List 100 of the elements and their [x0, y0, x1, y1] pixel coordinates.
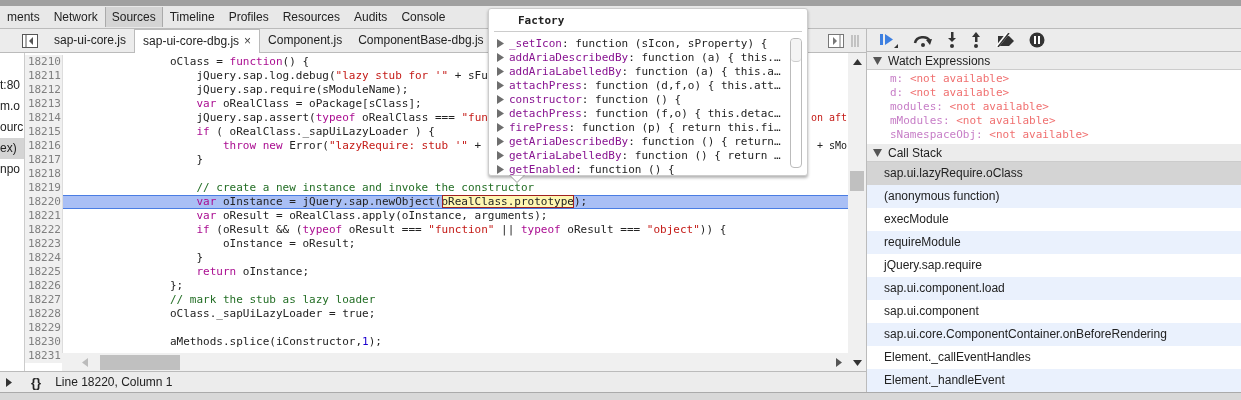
drag-handle-icon[interactable]: [850, 33, 860, 48]
resume-icon[interactable]: [879, 32, 899, 49]
watch-expression: m: <not available>: [890, 72, 1011, 87]
file-tab[interactable]: Component.js: [260, 29, 351, 52]
line-number: 18231: [25, 349, 63, 363]
line-number: 18213: [25, 97, 63, 111]
watch-expression: modules: <not available>: [890, 100, 1050, 115]
call-stack-frame[interactable]: sap.ui.core.ComponentContainer.onBeforeRendering: [867, 323, 1241, 346]
code-line: jQuery.sap.require(sModuleName);: [195, 83, 409, 97]
expand-icon[interactable]: [6, 377, 12, 387]
panel-tab[interactable]: Network: [46, 7, 105, 27]
line-number: 18210: [25, 55, 63, 69]
navigator-item[interactable]: ex): [0, 138, 24, 159]
navigator-item[interactable]: m.o: [0, 96, 24, 117]
object-property[interactable]: firePress: function (p) { return this.fi…: [509, 120, 781, 134]
navigator-item[interactable]: npo: [0, 159, 24, 180]
code-line: jQuery.sap.log.debug("lazy stub for '" + sFu: [195, 69, 488, 83]
line-number: 18226: [25, 279, 63, 293]
disclosure-triangle-icon[interactable]: [873, 148, 882, 157]
line-number: 18211: [25, 69, 63, 83]
object-property[interactable]: getAriaLabelledBy: function () { return …: [509, 148, 781, 162]
watch-expression: sNamespaceObj: <not available>: [890, 128, 1090, 143]
line-number: 18222: [25, 223, 63, 237]
navigator-toggle-icon[interactable]: [22, 33, 38, 48]
code-line: if (oResult && (typeof oResult === "function" || typeof oResult === "object")) {: [195, 223, 727, 237]
code-line: jQuery.sap.assert(typeof oRealClass === "fun: [195, 111, 488, 125]
code-line: }: [195, 153, 204, 167]
file-tab[interactable]: ComponentBase-dbg.js: [350, 29, 492, 52]
watch-expression: d: <not available>: [890, 86, 1011, 101]
call-stack-frame[interactable]: (anonymous function): [867, 185, 1241, 208]
object-property[interactable]: addAriaLabelledBy: function (a) { this.a…: [509, 64, 781, 78]
scroll-right-icon[interactable]: [836, 357, 842, 367]
line-number: 18230: [25, 335, 63, 349]
object-property[interactable]: detachPress: function (f,o) { this.detac…: [509, 106, 781, 120]
code-line: // create a new instance and invoke the constructor: [195, 181, 535, 195]
scrollbar-thumb[interactable]: [850, 171, 864, 191]
code-line: // mark the stub as lazy loader: [168, 293, 376, 307]
deactivate-breakpoints-icon[interactable]: [995, 33, 1015, 48]
line-number: 18212: [25, 83, 63, 97]
scrollbar-thumb[interactable]: [100, 354, 180, 370]
pause-icon[interactable]: [1029, 32, 1045, 49]
code-line: var oResult = oRealClass.apply(oInstance, arguments);: [195, 209, 548, 223]
object-property[interactable]: getAriaDescribedBy: function () { return…: [509, 134, 781, 148]
pretty-print-button[interactable]: {}: [31, 374, 42, 390]
object-property[interactable]: getEnabled: function () {: [509, 162, 675, 176]
step-over-icon[interactable]: [913, 33, 933, 48]
object-property[interactable]: attachPress: function (d,f,o) { this.att…: [509, 78, 781, 92]
section-header[interactable]: Watch Expressions: [867, 52, 1241, 71]
watch-expression: mModules: <not available>: [890, 114, 1057, 129]
close-icon[interactable]: ×: [244, 33, 252, 48]
section-header[interactable]: Call Stack: [867, 144, 1241, 162]
vertical-scrollbar[interactable]: [848, 53, 866, 371]
code-line: var oInstance = jQuery.sap.newObject(oRealClass.prototype);: [195, 195, 588, 209]
line-number: 18225: [25, 265, 63, 279]
line-number: 18219: [25, 181, 63, 195]
scroll-up-icon[interactable]: [852, 59, 862, 65]
code-line: oInstance = oResult;: [221, 237, 356, 251]
line-number: 18223: [25, 237, 63, 251]
panel-tab[interactable]: Resources: [275, 7, 347, 27]
line-number: 18229: [25, 321, 63, 335]
code-line: aMethods.splice(iConstructor,1);: [168, 335, 382, 349]
code-line: return oInstance;: [195, 265, 310, 279]
scroll-down-icon[interactable]: [852, 360, 862, 366]
popover-title: Factory: [494, 9, 802, 32]
code-line: }: [195, 251, 204, 265]
object-property[interactable]: addAriaDescribedBy: function (a) { this.…: [509, 50, 781, 64]
panel-tab[interactable]: Timeline: [162, 7, 222, 27]
panel-tab[interactable]: ments: [0, 7, 47, 27]
call-stack-frame[interactable]: sap.ui.component.load: [867, 277, 1241, 300]
line-number: 18214: [25, 111, 63, 125]
step-into-icon[interactable]: [947, 32, 957, 49]
navigator-item[interactable]: t:80: [0, 75, 24, 96]
call-stack-frame[interactable]: sap.ui.lazyRequire.oClass: [867, 162, 1241, 185]
panel-tab[interactable]: Console: [394, 7, 453, 27]
panel-tab[interactable]: Audits: [347, 7, 395, 27]
file-tab[interactable]: sap-ui-core-dbg.js ×: [134, 28, 261, 55]
line-number: 18224: [25, 251, 63, 265]
navigator-item[interactable]: ourc: [0, 117, 24, 138]
line-number: 18215: [25, 125, 63, 139]
panel-tab[interactable]: Profiles: [221, 7, 276, 27]
debugger-toggle-icon[interactable]: [828, 33, 844, 48]
disclosure-triangle-icon[interactable]: [873, 56, 882, 65]
file-tab[interactable]: sap-ui-core.js: [46, 29, 135, 52]
code-line: oClass._sapUiLazyLoader = true;: [168, 307, 376, 321]
line-number: 18217: [25, 153, 63, 167]
line-number: 18221: [25, 209, 63, 223]
call-stack-frame[interactable]: requireModule: [867, 231, 1241, 254]
line-number: 18218: [25, 167, 63, 181]
cursor-position: Line 18220, Column 1: [55, 375, 173, 389]
call-stack-frame[interactable]: Element._handleEvent: [867, 369, 1241, 392]
code-fragment: on aft: [810, 111, 847, 125]
line-number: 18220: [25, 195, 63, 209]
line-number: 18227: [25, 293, 63, 307]
panel-tab[interactable]: Sources: [104, 7, 163, 27]
object-property[interactable]: _setIcon: function (sIcon, sProperty) {: [509, 36, 768, 50]
step-out-icon[interactable]: [971, 32, 981, 49]
object-property[interactable]: constructor: function () {: [509, 92, 682, 106]
popover-scrollbar[interactable]: [790, 38, 802, 168]
code-line: var oRealClass = oPackage[sClass];: [195, 97, 422, 111]
line-number: 18228: [25, 307, 63, 321]
